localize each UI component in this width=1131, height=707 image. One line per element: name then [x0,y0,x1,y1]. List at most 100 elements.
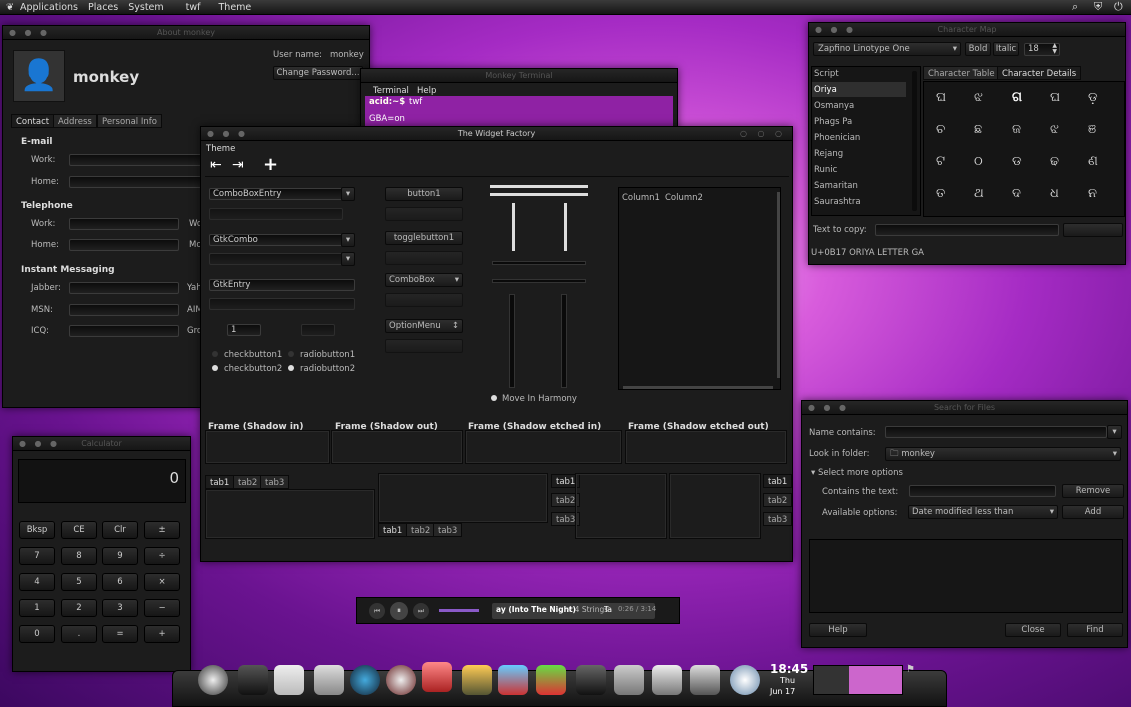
calc-key-equals[interactable]: = [102,625,138,643]
chevron-down-icon[interactable]: ▾ [341,233,355,247]
char-cell[interactable]: ତ [936,186,945,201]
copy-button[interactable] [1063,223,1123,237]
char-cell[interactable]: ଣ [1088,154,1098,169]
list-item[interactable]: Oriya [814,85,837,95]
move-in-harmony-label[interactable]: Move In Harmony [502,394,577,404]
tab-character-details[interactable]: Character Details [997,66,1082,80]
script-header[interactable]: Script [814,69,839,79]
calc-key-1[interactable]: 1 [19,599,55,617]
calc-key-divide[interactable]: ÷ [144,547,180,565]
char-cell[interactable]: ଝ [974,90,983,105]
optionmenu[interactable]: OptionMenu ↕ [385,319,463,333]
list-item[interactable]: Rejang [814,149,843,159]
tab-1[interactable]: tab1 [763,474,793,488]
gtkentry-field[interactable]: GtkEntry [209,279,355,291]
titlebar[interactable]: ● ● ● About monkey [3,26,369,40]
menu-places[interactable]: Places [88,2,118,13]
char-cell[interactable]: ଧ [1050,186,1059,201]
calc-key-ce[interactable]: CE [61,521,97,539]
list-item[interactable]: Runic [814,165,837,175]
combobox[interactable]: ComboBox ▾ [385,273,463,287]
gtkcombo-field[interactable]: GtkCombo [209,234,343,246]
dock-icon-globe[interactable] [198,665,228,695]
dock-icon-notes[interactable] [274,665,304,695]
column-header[interactable]: Column2 [665,193,703,203]
msn-field[interactable] [69,304,179,316]
help-button[interactable]: Help [809,623,867,637]
dock-icon-charmap[interactable] [652,665,682,695]
name-contains-field[interactable] [885,426,1107,438]
network-icon[interactable]: ⚑ [906,664,915,675]
launcher-theme[interactable]: Theme [219,2,252,13]
hscale[interactable] [490,193,588,196]
titlebar[interactable]: ● ● ● Search for Files [802,401,1127,415]
phone-work-field[interactable] [69,218,179,230]
calc-key-plusminus[interactable]: ± [144,521,180,539]
spin-button[interactable]: 1 [227,324,261,336]
hslider[interactable] [492,261,586,265]
find-button[interactable]: Find [1067,623,1123,637]
list-item[interactable]: Saurashtra [814,197,861,207]
menu-theme[interactable]: Theme [206,144,235,154]
list-item[interactable]: Samaritan [814,181,858,191]
calc-key-2[interactable]: 2 [61,599,97,617]
go-first-icon[interactable]: ⇤ [210,157,222,173]
calc-key-8[interactable]: 8 [61,547,97,565]
char-cell[interactable]: ଘ [1050,90,1060,105]
tab-contact[interactable]: Contact [11,114,55,128]
bold-toggle[interactable]: Bold [965,42,991,56]
tab-3[interactable]: tab3 [260,475,290,489]
spin-arrows-icon[interactable]: ▲ ▼ [1052,43,1057,55]
dock-icon-camera[interactable] [350,665,380,695]
tab-3[interactable]: tab3 [433,523,463,537]
togglebutton1[interactable]: togglebutton1 [385,231,463,245]
hscale[interactable] [490,185,588,188]
tab-address[interactable]: Address [53,114,97,128]
terminal-area[interactable]: acid:~$ twf GBA=on [365,96,673,128]
list-item[interactable]: Osmanya [814,101,854,111]
pause-icon[interactable]: ⏸ [390,602,408,620]
gnome-foot-icon[interactable]: ❦ [6,2,14,13]
char-cell[interactable]: ଞ [1088,122,1096,137]
font-size-spin[interactable]: 18 ▲ ▼ [1024,43,1060,56]
avatar[interactable]: 👤 [13,50,65,102]
dock-icon-tools[interactable] [498,665,528,695]
search-icon[interactable]: ⌕ [1072,0,1078,14]
dock-icon-wrench[interactable] [462,665,492,695]
char-cell[interactable]: ଛ [974,122,982,137]
titlebar[interactable]: Monkey Terminal [361,69,677,83]
calc-key-multiply[interactable]: × [144,573,180,591]
dock-icon-red-app[interactable] [422,662,452,692]
char-cell[interactable]: ଜ [1012,122,1021,137]
dock-icon-paint[interactable] [536,665,566,695]
column-header[interactable]: Column1 [622,193,660,203]
close-button[interactable]: Close [1005,623,1061,637]
char-cell[interactable]: ଢ [1050,154,1059,169]
dock-icon-terminal[interactable] [576,665,606,695]
workspace-switcher[interactable] [813,665,903,695]
tab-2[interactable]: tab2 [406,523,436,537]
titlebar[interactable]: ● ● ● Character Map [809,23,1125,37]
power-icon[interactable]: ⏻ [1114,0,1123,14]
char-cell-selected[interactable]: ଗ [1012,90,1022,105]
dock-icon-gimp[interactable] [238,665,268,695]
list-item[interactable]: Phoenician [814,133,860,143]
email-work-field[interactable] [69,154,209,166]
calc-key-9[interactable]: 9 [102,547,138,565]
calc-key-plus[interactable]: + [144,625,180,643]
char-cell[interactable]: ଥ [974,186,984,201]
char-cell[interactable]: ଚ [936,122,945,137]
tab-3[interactable]: tab3 [763,512,793,526]
menu-terminal[interactable]: Terminal [373,86,409,96]
add-button[interactable]: Add [1062,505,1124,519]
italic-toggle[interactable]: Italic [993,42,1019,56]
character-grid[interactable]: ଘ ଝ ଗ ଘ ଡ଼ ଚ ଛ ଜ ଝ ଞ ଟ ଠ ଡ ଢ ଣ ତ ଥ ଦ ଧ ନ [923,81,1125,217]
dock-icon-search[interactable] [690,665,720,695]
calc-key-bksp[interactable]: Bksp [19,521,55,539]
comboboxentry-field[interactable]: ComboBoxEntry [209,188,343,200]
chevron-down-icon[interactable]: ▾ [1107,425,1122,439]
tab-personal-info[interactable]: Personal Info [97,114,162,128]
previous-icon[interactable]: ⏮ [369,603,385,619]
phone-home-field[interactable] [69,239,179,251]
radio-icon[interactable] [288,351,294,357]
